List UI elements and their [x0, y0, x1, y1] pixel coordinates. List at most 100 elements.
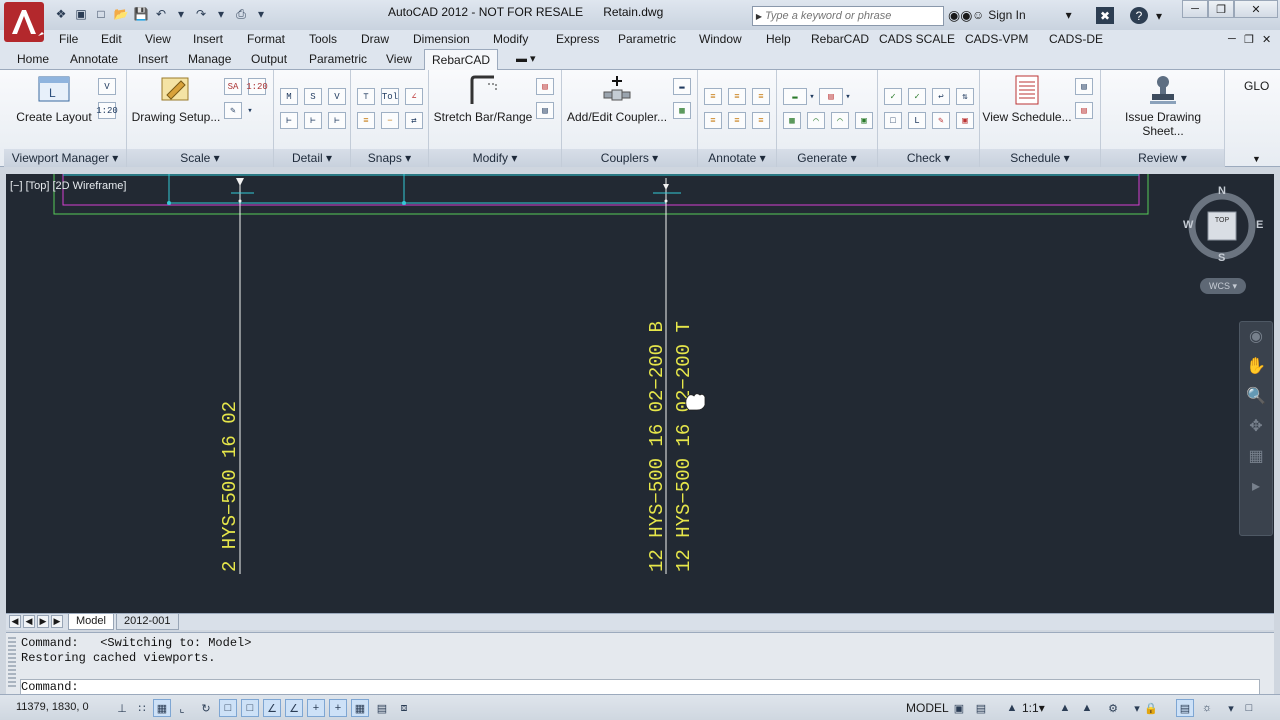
object-snap-icon[interactable]: □ — [219, 699, 237, 717]
command-grip[interactable] — [8, 637, 16, 689]
tab-output[interactable]: Output — [251, 52, 287, 66]
scale-dropdown-icon[interactable]: ▾ — [245, 102, 255, 119]
auto-scale-icon[interactable]: ▲ — [1078, 699, 1096, 717]
check-l-button[interactable]: L — [908, 112, 926, 129]
snap-perpendicular-button[interactable]: ⊤ — [357, 88, 375, 105]
view-schedule-button[interactable]: View Schedule... — [982, 74, 1072, 124]
qat-dropdown-icon[interactable]: ▾ — [252, 5, 270, 23]
plot-icon[interactable]: ⎙ — [232, 5, 250, 23]
panel-title-modify[interactable]: Modify ▾ — [429, 149, 561, 167]
viewport-v-button[interactable]: V — [98, 78, 116, 95]
snap-mode-icon[interactable]: ∷ — [133, 699, 151, 717]
search-expand-icon[interactable]: ▶ — [753, 12, 765, 21]
compass-west[interactable]: W — [1183, 219, 1193, 231]
undo-icon[interactable]: ↶ — [152, 5, 170, 23]
annotate-3-button[interactable]: ≡ — [752, 88, 770, 105]
menu-express[interactable]: Express — [556, 32, 599, 46]
tab-annotate[interactable]: Annotate — [70, 52, 118, 66]
ribbon-minimize-icon[interactable]: ▬ ▾ — [516, 52, 536, 65]
panel-title-annotate[interactable]: Annotate ▾ — [698, 149, 776, 167]
panel-title-scale[interactable]: Scale ▾ — [127, 149, 273, 167]
redo-dropdown-icon[interactable]: ▾ — [212, 5, 230, 23]
scale-sa-button[interactable]: SA — [224, 78, 242, 95]
grid-display-icon[interactable]: ▦ — [153, 699, 171, 717]
zoom-icon[interactable]: 🔍 — [1240, 382, 1272, 412]
model-space-toggle[interactable]: MODEL — [906, 701, 949, 715]
panel-title-schedule[interactable]: Schedule ▾ — [980, 149, 1100, 167]
check-8-button[interactable]: ▣ — [956, 112, 974, 129]
infer-constraints-icon[interactable]: ⊥ — [113, 699, 131, 717]
panel-title-detail[interactable]: Detail ▾ — [274, 149, 350, 167]
new-file-icon[interactable]: □ — [92, 5, 110, 23]
tab-view[interactable]: View — [386, 52, 412, 66]
status-menu-icon[interactable]: ▾ — [1222, 699, 1240, 717]
ribbon-overflow-label[interactable]: GLO — [1244, 79, 1269, 93]
open-file-icon[interactable]: 📂 — [112, 5, 130, 23]
prev-layout-icon[interactable]: ◀ — [23, 615, 35, 628]
hardware-acceleration-icon[interactable]: ▤ — [1176, 699, 1194, 717]
coupler-small-1-button[interactable]: ▬ — [673, 78, 691, 95]
orbit-icon[interactable]: ✥ — [1240, 412, 1272, 442]
create-layout-button[interactable]: L Create Layout — [14, 74, 94, 124]
quick-properties-icon[interactable]: ▤ — [373, 699, 391, 717]
panel-title-check[interactable]: Check ▾ — [878, 149, 979, 167]
application-menu-button[interactable] — [4, 2, 44, 42]
compass-east[interactable]: E — [1256, 219, 1263, 231]
compass-north[interactable]: N — [1218, 185, 1226, 197]
generate-1-dropdown-icon[interactable]: ▾ — [807, 88, 817, 105]
navbar-menu-icon[interactable]: ▸ — [1240, 472, 1272, 502]
layout-tab-2012-001[interactable]: 2012-001 — [116, 614, 179, 630]
check-4-button[interactable]: ⇅ — [956, 88, 974, 105]
panel-title-snaps[interactable]: Snaps ▾ — [351, 149, 428, 167]
detail-s2-button[interactable]: ⊢ — [304, 112, 322, 129]
help-dropdown-icon[interactable]: ▾ — [1150, 7, 1168, 24]
panel-title-viewport-manager[interactable]: Viewport Manager ▾ — [4, 149, 126, 167]
menu-file[interactable]: File — [59, 32, 78, 46]
menu-view[interactable]: View — [145, 32, 171, 46]
panel-title-couplers[interactable]: Couplers ▾ — [562, 149, 697, 167]
help-icon[interactable]: ? — [1130, 7, 1148, 24]
generate-6-button[interactable]: ▣ — [855, 112, 873, 129]
viewcube-top-face[interactable]: TOP — [1209, 217, 1235, 224]
generate-4-button[interactable]: ⌒ — [807, 112, 825, 129]
check-1-button[interactable]: ✓ — [884, 88, 902, 105]
viewport-scale-button[interactable]: 1:20 — [96, 102, 118, 119]
tab-rebarcad[interactable]: RebarCAD — [424, 49, 499, 70]
schedule-small-1-button[interactable]: ▤ — [1075, 78, 1093, 95]
detail-m-button[interactable]: M — [280, 88, 298, 105]
drawing-canvas[interactable]: 2 HYS−500 16 02 12 HYS−500 16 02−200 B 1… — [6, 174, 1274, 613]
save-icon[interactable]: 💾 — [132, 5, 150, 23]
isolate-objects-icon[interactable]: ☼ — [1198, 699, 1216, 717]
doc-restore-icon[interactable]: ❐ — [1244, 33, 1254, 46]
coupler-small-2-button[interactable]: ▦ — [673, 102, 691, 119]
wcs-menu[interactable]: WCS ▾ — [1200, 278, 1246, 294]
menu-modify[interactable]: Modify — [493, 32, 528, 46]
menu-cads-scale[interactable]: CADS SCALE — [879, 32, 955, 46]
annotate-4-button[interactable]: ≡ — [704, 112, 722, 129]
maximize-button[interactable]: ❐ — [1208, 0, 1234, 18]
annotation-scale-value[interactable]: 1:1▾ — [1022, 701, 1045, 715]
panel-title-generate[interactable]: Generate ▾ — [777, 149, 877, 167]
first-layout-icon[interactable]: ◀ — [9, 615, 21, 628]
menu-parametric[interactable]: Parametric — [618, 32, 676, 46]
menu-window[interactable]: Window — [699, 32, 742, 46]
doc-minimize-icon[interactable]: ─ — [1228, 33, 1236, 45]
check-7-button[interactable]: ✎ — [932, 112, 950, 129]
coordinate-readout[interactable]: 11379, 1830, 0 — [16, 701, 89, 713]
snap-tol-button[interactable]: Tol — [381, 88, 399, 105]
steering-wheel-icon[interactable]: ◉ — [1240, 322, 1272, 352]
menu-cads-de[interactable]: CADS-DE — [1049, 32, 1103, 46]
scale-120-button[interactable]: 1:20 — [246, 78, 268, 95]
undo-dropdown-icon[interactable]: ▾ — [172, 5, 190, 23]
generate-2-button[interactable]: ▤ — [819, 88, 843, 105]
help-search-box[interactable]: ▶ — [752, 6, 944, 26]
issue-drawing-sheet-button[interactable]: Issue Drawing Sheet... — [1103, 74, 1223, 138]
clean-screen-icon[interactable]: □ — [1240, 699, 1258, 717]
detail-v-button[interactable]: V — [328, 88, 346, 105]
dynamic-input-icon[interactable]: + — [307, 699, 325, 717]
rebarcad-icon[interactable]: ▣ — [72, 5, 90, 23]
snap-range-button[interactable]: ⇄ — [405, 112, 423, 129]
snap-mid-button[interactable]: − — [381, 112, 399, 129]
menu-help[interactable]: Help — [766, 32, 791, 46]
workspace-switching-icon[interactable]: ⚙ — [1104, 699, 1122, 717]
